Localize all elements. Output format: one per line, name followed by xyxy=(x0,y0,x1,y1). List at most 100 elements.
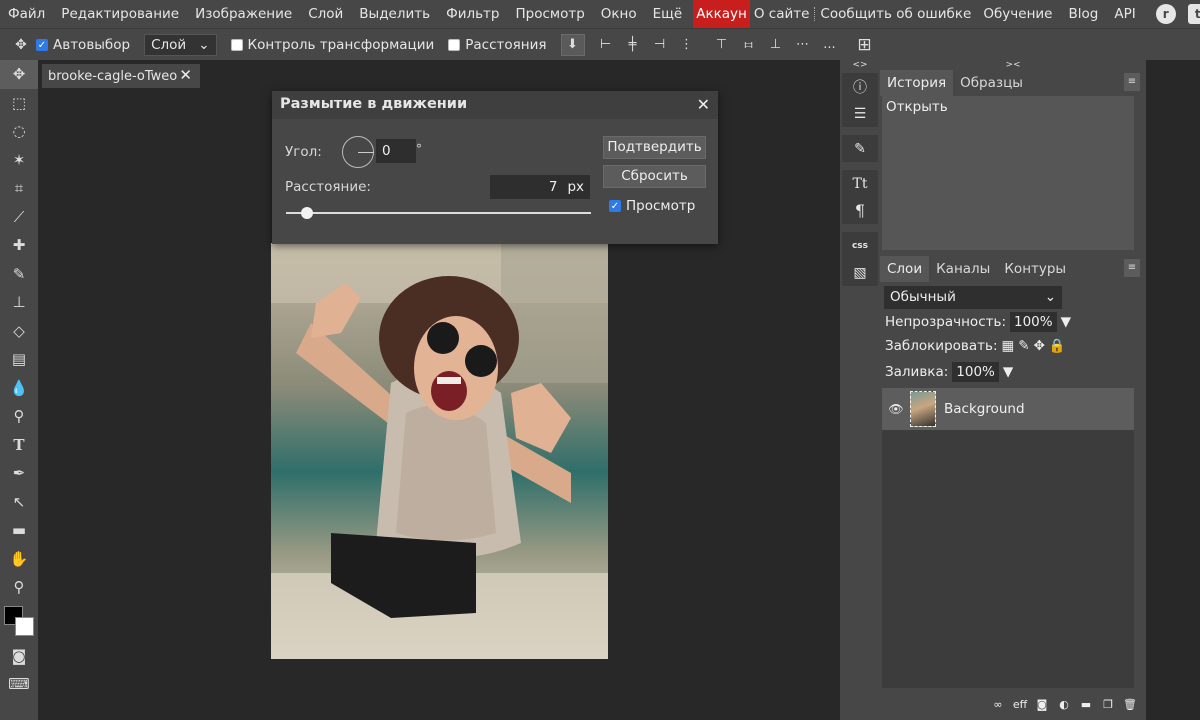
opacity-input[interactable]: 100% xyxy=(1010,312,1057,332)
hand-tool-icon[interactable]: ✋ xyxy=(0,545,38,574)
lock-transparency-icon[interactable]: ▦ xyxy=(1002,338,1015,354)
menu-file[interactable]: Файл xyxy=(0,0,53,28)
adjustment-icon[interactable]: ◐ xyxy=(1056,696,1072,712)
adjustments-icon[interactable]: ☰ xyxy=(842,100,878,127)
history-scrollbar[interactable] xyxy=(1134,122,1146,250)
align-middle-v-icon[interactable]: ⧦ xyxy=(737,34,761,56)
align-right-icon[interactable]: ⊣ xyxy=(648,34,672,56)
align-bottom-icon[interactable]: ⊥ xyxy=(764,34,788,56)
blend-mode-select[interactable]: Обычный ⌄ xyxy=(884,286,1062,309)
twitter-icon[interactable]: t xyxy=(1187,4,1200,24)
menu-view[interactable]: Просмотр xyxy=(508,0,593,28)
brush-settings-icon[interactable]: ✎ xyxy=(842,135,878,162)
reddit-icon[interactable]: r xyxy=(1155,4,1176,24)
preview-toggle[interactable]: ✓ Просмотр xyxy=(609,198,695,214)
crop-tool-icon[interactable]: ⌗ xyxy=(0,174,38,203)
layer-row[interactable]: 👁 Background xyxy=(882,388,1134,430)
tab-history[interactable]: История xyxy=(880,70,954,96)
menu-blog[interactable]: Blog xyxy=(1060,0,1106,28)
lock-position-icon[interactable]: ✥ xyxy=(1034,338,1045,354)
tab-channels[interactable]: Каналы xyxy=(929,256,997,282)
eye-icon[interactable]: 👁 xyxy=(882,402,910,416)
link-icon[interactable]: ∞ xyxy=(990,696,1006,712)
pen-tool-icon[interactable]: ✒ xyxy=(0,459,38,488)
dodge-tool-icon[interactable]: ⚲ xyxy=(0,402,38,431)
preview-checkbox[interactable]: ✓ xyxy=(609,200,621,212)
download-icon[interactable]: ⬇ xyxy=(560,33,585,56)
layers-scrollbar[interactable] xyxy=(1134,388,1146,688)
menu-edit[interactable]: Редактирование xyxy=(53,0,187,28)
close-icon[interactable]: ✕ xyxy=(697,95,710,114)
brush-tool-icon[interactable]: ✎ xyxy=(0,260,38,289)
distribute-h-icon[interactable]: ⋮ xyxy=(675,34,699,56)
menu-layer[interactable]: Слой xyxy=(300,0,351,28)
more-options[interactable]: ... xyxy=(818,34,842,56)
distance-slider-handle[interactable] xyxy=(301,207,314,219)
css-icon[interactable]: css xyxy=(842,232,878,259)
gradient-tool-icon[interactable]: ▤ xyxy=(0,345,38,374)
menu-image[interactable]: Изображение xyxy=(187,0,300,28)
effects-icon[interactable]: eff xyxy=(1012,696,1028,712)
menu-filter[interactable]: Фильтр xyxy=(438,0,507,28)
panel-menu-icon[interactable]: ≡ xyxy=(1124,259,1140,277)
distance-input[interactable]: 7 px xyxy=(490,175,590,199)
angle-dial[interactable] xyxy=(342,136,374,168)
keyboard-icon[interactable]: ⌨ xyxy=(0,670,38,699)
stamp-tool-icon[interactable]: ⊥ xyxy=(0,288,38,317)
align-top-icon[interactable]: ⊤ xyxy=(710,34,734,56)
transform-checkbox[interactable] xyxy=(230,38,243,51)
lasso-tool-icon[interactable]: ◌ xyxy=(0,117,38,146)
grid-icon[interactable]: ⊞ xyxy=(853,34,877,56)
quick-mask-icon[interactable]: ◙ xyxy=(0,642,38,671)
marquee-tool-icon[interactable]: ⬚ xyxy=(0,89,38,118)
confirm-button[interactable]: Подтвердить xyxy=(603,136,706,159)
close-icon[interactable]: ✕ xyxy=(179,66,192,84)
menu-api[interactable]: API xyxy=(1106,0,1143,28)
layer-select[interactable]: Слой ⌄ xyxy=(144,33,217,56)
autoselect-checkbox[interactable]: ✓ xyxy=(36,38,48,51)
collapse-handle[interactable]: >< xyxy=(880,60,1146,70)
new-layer-icon[interactable]: ❐ xyxy=(1100,696,1116,712)
menu-more[interactable]: Ещё xyxy=(645,0,691,28)
text-tool-icon[interactable]: T xyxy=(0,431,38,460)
collapse-handle[interactable]: <> xyxy=(840,60,880,72)
lock-all-icon[interactable]: 🔒 xyxy=(1049,338,1066,354)
distances-checkbox[interactable] xyxy=(448,38,461,51)
background-color[interactable] xyxy=(15,616,34,636)
menu-report-bug[interactable]: Сообщить об ошибке xyxy=(816,0,975,28)
document-tab[interactable]: brooke-cagle-oTweo ✕ xyxy=(42,64,200,88)
character-icon[interactable]: Tt xyxy=(842,170,878,197)
tab-swatches[interactable]: Образцы xyxy=(953,70,1030,96)
align-left-icon[interactable]: ⊢ xyxy=(594,34,618,56)
menu-window[interactable]: Окно xyxy=(593,0,645,28)
distance-slider-track[interactable] xyxy=(286,212,591,214)
tab-paths[interactable]: Контуры xyxy=(997,256,1073,282)
shape-tool-icon[interactable]: ▬ xyxy=(0,516,38,545)
menu-learn[interactable]: Обучение xyxy=(975,0,1060,28)
mask-icon[interactable]: ◙ xyxy=(1034,696,1050,712)
path-select-tool-icon[interactable]: ↖ xyxy=(0,488,38,517)
menu-select[interactable]: Выделить xyxy=(351,0,438,28)
dropdown-triangle-icon[interactable]: ▼ xyxy=(1061,314,1071,330)
eyedropper-tool-icon[interactable]: ⟋ xyxy=(0,203,38,232)
healing-tool-icon[interactable]: ✚ xyxy=(0,231,38,260)
history-item[interactable]: Открыть xyxy=(886,99,948,115)
image-icon[interactable]: ▧ xyxy=(842,259,878,286)
eraser-tool-icon[interactable]: ◇ xyxy=(0,317,38,346)
distribute-v-icon[interactable]: ⋯ xyxy=(791,34,815,56)
folder-icon[interactable]: ▬ xyxy=(1078,696,1094,712)
menu-account[interactable]: Аккаун xyxy=(693,0,750,28)
dropdown-triangle-icon[interactable]: ▼ xyxy=(1003,364,1013,380)
trash-icon[interactable]: 🗑 xyxy=(1122,696,1138,712)
info-icon[interactable]: ⓘ xyxy=(842,73,878,100)
align-center-h-icon[interactable]: ╪ xyxy=(621,34,645,56)
lock-pixels-icon[interactable]: ✎ xyxy=(1018,338,1029,354)
tab-layers[interactable]: Слои xyxy=(880,256,930,282)
fill-input[interactable]: 100% xyxy=(952,362,999,382)
blur-tool-icon[interactable]: 💧 xyxy=(0,374,38,403)
reset-button[interactable]: Сбросить xyxy=(603,165,706,188)
canvas-image[interactable] xyxy=(271,243,608,659)
panel-menu-icon[interactable]: ≡ xyxy=(1124,73,1140,91)
angle-input[interactable]: 0 xyxy=(376,139,416,163)
move-tool-icon[interactable]: ✥ xyxy=(0,60,38,89)
